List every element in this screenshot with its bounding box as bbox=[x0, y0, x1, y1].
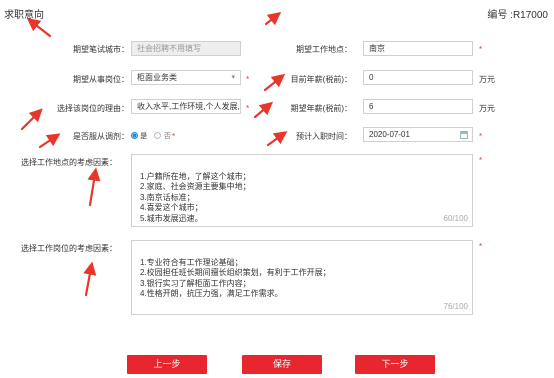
position-factors-label: 选择工作岗位的考虑因素： bbox=[21, 244, 117, 253]
location-factors-text: 1.户籍所在地，了解这个城市； 2.家庭、社会资源主要集中地； 3.南京话标准；… bbox=[140, 171, 251, 223]
location-factors-textarea[interactable]: 1.户籍所在地，了解这个城市； 2.家庭、社会资源主要集中地； 3.南京话标准；… bbox=[131, 154, 473, 227]
position-factors-text: 1.专业符合有工作理论基础； 2.校园担任班长期间擅长组织策划，有利于工作开展；… bbox=[140, 257, 331, 299]
position-select[interactable]: 柜面业务类 ▾ bbox=[131, 70, 241, 85]
min-salary-label: 目前年薪(税前)： bbox=[290, 75, 352, 84]
expected-salary-input[interactable]: 6 bbox=[363, 99, 473, 114]
expected-salary-label: 期望年薪(税前)： bbox=[290, 104, 352, 113]
required-mark: * bbox=[479, 156, 483, 165]
arrow-start-date bbox=[266, 131, 288, 147]
chevron-down-icon: ▾ bbox=[231, 74, 235, 81]
work-location-label: 期望工作地点： bbox=[296, 45, 352, 54]
radio-no-label[interactable]: 否 bbox=[164, 133, 171, 140]
start-date-input[interactable]: 2020-07-01 bbox=[363, 127, 473, 142]
arrow-min-salary bbox=[263, 73, 286, 92]
page-title: 求职意向 bbox=[4, 10, 44, 21]
required-mark: * bbox=[479, 132, 483, 141]
calendar-icon[interactable] bbox=[460, 131, 468, 139]
radio-no[interactable] bbox=[154, 132, 162, 139]
expected-salary-unit: 万元 bbox=[479, 104, 495, 113]
start-date-label: 预计入职时间： bbox=[296, 132, 352, 141]
position-value: 柜面业务类 bbox=[137, 73, 177, 82]
prev-button[interactable]: 上一步 bbox=[127, 355, 207, 374]
interview-city-placeholder: 社会招聘不用填写 bbox=[137, 44, 201, 53]
accept-adjust-label: 是否服从调剂： bbox=[73, 132, 129, 141]
accept-adjust-radio-group: 是 否 bbox=[131, 131, 171, 141]
required-mark: * bbox=[246, 75, 250, 84]
arrow-position-reason bbox=[20, 108, 43, 131]
serial-number: 编号 :R17000 bbox=[487, 10, 548, 21]
arrow-location-factors bbox=[87, 167, 101, 207]
radio-yes-label[interactable]: 是 bbox=[140, 133, 147, 140]
radio-yes[interactable] bbox=[131, 132, 138, 139]
arrow-position-reason-right bbox=[253, 101, 274, 119]
arrow-accept-adjust bbox=[38, 133, 61, 149]
location-factors-label: 选择工作地点的考虑因素： bbox=[21, 158, 117, 167]
start-date-value: 2020-07-01 bbox=[369, 130, 410, 139]
position-factors-textarea[interactable]: 1.专业符合有工作理论基础； 2.校园担任班长期间擅长组织策划，有利于工作开展；… bbox=[131, 240, 473, 315]
required-mark: * bbox=[246, 104, 250, 113]
interview-city-input[interactable]: 社会招聘不用填写 bbox=[131, 41, 241, 56]
location-factors-counter: 60/100 bbox=[443, 213, 468, 223]
min-salary-unit: 万元 bbox=[479, 75, 495, 84]
required-mark: * bbox=[479, 45, 483, 54]
position-label: 期望从事岗位： bbox=[73, 75, 129, 84]
required-mark: * bbox=[172, 132, 176, 141]
work-location-input[interactable]: 南京 bbox=[363, 41, 473, 56]
position-factors-counter: 76/100 bbox=[443, 301, 468, 311]
arrow-work-location bbox=[264, 11, 282, 26]
next-button[interactable]: 下一步 bbox=[355, 355, 435, 374]
interview-city-label: 期望笔试城市： bbox=[73, 45, 129, 54]
min-salary-input[interactable]: 0 bbox=[363, 70, 473, 85]
position-reason-label: 选择该岗位的理由： bbox=[57, 104, 129, 113]
arrow-position-factors bbox=[83, 261, 97, 297]
position-reason-input[interactable]: 收入水平,工作环境,个人发展, bbox=[131, 99, 241, 114]
required-mark: * bbox=[479, 242, 483, 251]
arrow-title bbox=[26, 17, 52, 38]
save-button[interactable]: 保存 bbox=[242, 355, 322, 374]
